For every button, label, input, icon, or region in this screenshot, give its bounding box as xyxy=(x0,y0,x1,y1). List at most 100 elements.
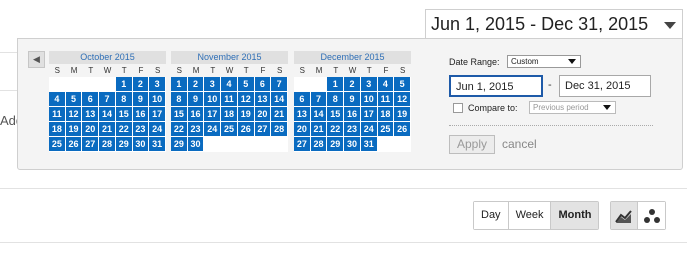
month-button[interactable]: Month xyxy=(551,202,599,229)
line-chart-button[interactable] xyxy=(611,202,638,229)
calendar-day[interactable]: 6 xyxy=(254,77,272,92)
calendar-day[interactable]: 16 xyxy=(344,107,361,122)
calendar-day[interactable]: 20 xyxy=(82,122,100,137)
calendar-day[interactable]: 28 xyxy=(99,137,116,152)
calendar-day[interactable]: 14 xyxy=(310,107,328,122)
calendar-day[interactable]: 21 xyxy=(310,122,328,137)
calendar-day[interactable]: 4 xyxy=(49,92,66,107)
cancel-link[interactable]: cancel xyxy=(502,137,537,151)
calendar-day[interactable]: 11 xyxy=(377,92,395,107)
calendar-day[interactable]: 21 xyxy=(99,122,116,137)
calendar-day[interactable]: 30 xyxy=(187,137,205,152)
calendar-day[interactable]: 13 xyxy=(82,107,100,122)
calendar-day[interactable]: 31 xyxy=(360,137,378,152)
calendar-day[interactable]: 22 xyxy=(115,122,133,137)
calendar-day[interactable]: 20 xyxy=(294,122,311,137)
calendar-day[interactable]: 5 xyxy=(394,77,411,92)
compare-checkbox[interactable] xyxy=(453,103,463,113)
calendar-day[interactable]: 9 xyxy=(344,92,361,107)
calendar-day[interactable]: 15 xyxy=(171,107,188,122)
calendar-day[interactable]: 3 xyxy=(149,77,166,92)
day-button[interactable]: Day xyxy=(474,202,509,229)
calendar-day[interactable]: 2 xyxy=(187,77,205,92)
calendar-day[interactable]: 3 xyxy=(204,77,222,92)
calendar-day[interactable]: 19 xyxy=(65,122,83,137)
calendar-day[interactable]: 8 xyxy=(327,92,345,107)
calendar-day[interactable]: 19 xyxy=(394,107,411,122)
calendar-day[interactable]: 10 xyxy=(360,92,378,107)
calendar-day[interactable]: 15 xyxy=(327,107,345,122)
calendar-day[interactable]: 6 xyxy=(294,92,311,107)
calendar-day[interactable]: 29 xyxy=(171,137,188,152)
calendar-day[interactable]: 4 xyxy=(221,77,238,92)
date-range-dropdown[interactable]: Jun 1, 2015 - Dec 31, 2015 xyxy=(425,9,683,39)
calendar-day[interactable]: 24 xyxy=(149,122,166,137)
calendar-day[interactable]: 6 xyxy=(82,92,100,107)
calendar-day[interactable]: 1 xyxy=(171,77,188,92)
calendar-day[interactable]: 24 xyxy=(360,122,378,137)
start-date-input[interactable]: Jun 1, 2015 xyxy=(449,75,543,97)
calendar-day[interactable]: 3 xyxy=(360,77,378,92)
calendar-day[interactable]: 19 xyxy=(237,107,255,122)
calendar-day[interactable]: 30 xyxy=(344,137,361,152)
calendar-day[interactable]: 27 xyxy=(294,137,311,152)
calendar-day[interactable]: 16 xyxy=(132,107,150,122)
calendar-day[interactable]: 10 xyxy=(149,92,166,107)
week-button[interactable]: Week xyxy=(508,202,552,229)
calendar-day[interactable]: 30 xyxy=(132,137,150,152)
calendar-day[interactable]: 26 xyxy=(394,122,411,137)
calendar-day[interactable]: 23 xyxy=(187,122,205,137)
calendar-day[interactable]: 7 xyxy=(271,77,288,92)
calendar-day[interactable]: 20 xyxy=(254,107,272,122)
calendar-day[interactable]: 2 xyxy=(132,77,150,92)
calendar-day[interactable]: 16 xyxy=(187,107,205,122)
calendar-day[interactable]: 8 xyxy=(171,92,188,107)
calendar-day[interactable]: 22 xyxy=(171,122,188,137)
calendar-day[interactable]: 18 xyxy=(377,107,395,122)
calendar-day[interactable]: 23 xyxy=(344,122,361,137)
calendar-day[interactable]: 9 xyxy=(132,92,150,107)
calendar-day[interactable]: 26 xyxy=(237,122,255,137)
calendar-day[interactable]: 27 xyxy=(254,122,272,137)
calendar-day[interactable]: 21 xyxy=(271,107,288,122)
calendar-day[interactable]: 8 xyxy=(115,92,133,107)
prev-month-button[interactable]: ◀ xyxy=(28,51,45,68)
calendar-day[interactable]: 14 xyxy=(271,92,288,107)
calendar-day[interactable]: 26 xyxy=(65,137,83,152)
calendar-day[interactable]: 17 xyxy=(360,107,378,122)
calendar-day[interactable]: 5 xyxy=(237,77,255,92)
calendar-day[interactable]: 18 xyxy=(49,122,66,137)
calendar-day[interactable]: 29 xyxy=(115,137,133,152)
calendar-day[interactable]: 25 xyxy=(49,137,66,152)
calendar-day[interactable]: 2 xyxy=(344,77,361,92)
calendar-day[interactable]: 1 xyxy=(115,77,133,92)
calendar-day[interactable]: 12 xyxy=(394,92,411,107)
calendar-day[interactable]: 7 xyxy=(99,92,116,107)
calendar-day[interactable]: 15 xyxy=(115,107,133,122)
motion-chart-button[interactable] xyxy=(638,202,665,229)
calendar-day[interactable]: 10 xyxy=(204,92,222,107)
calendar-day[interactable]: 13 xyxy=(294,107,311,122)
calendar-day[interactable]: 17 xyxy=(149,107,166,122)
calendar-day[interactable]: 25 xyxy=(377,122,395,137)
calendar-day[interactable]: 22 xyxy=(327,122,345,137)
calendar-day[interactable]: 25 xyxy=(221,122,238,137)
date-range-select[interactable]: Custom xyxy=(507,55,581,68)
calendar-day[interactable]: 12 xyxy=(237,92,255,107)
calendar-day[interactable]: 24 xyxy=(204,122,222,137)
apply-button[interactable]: Apply xyxy=(449,135,495,154)
calendar-day[interactable]: 23 xyxy=(132,122,150,137)
calendar-day[interactable]: 27 xyxy=(82,137,100,152)
calendar-day[interactable]: 4 xyxy=(377,77,395,92)
calendar-day[interactable]: 9 xyxy=(187,92,205,107)
calendar-day[interactable]: 1 xyxy=(327,77,345,92)
calendar-day[interactable]: 29 xyxy=(327,137,345,152)
calendar-day[interactable]: 14 xyxy=(99,107,116,122)
end-date-input[interactable]: Dec 31, 2015 xyxy=(559,75,651,97)
calendar-day[interactable]: 11 xyxy=(221,92,238,107)
calendar-day[interactable]: 28 xyxy=(271,122,288,137)
calendar-day[interactable]: 18 xyxy=(221,107,238,122)
calendar-day[interactable]: 11 xyxy=(49,107,66,122)
calendar-day[interactable]: 13 xyxy=(254,92,272,107)
calendar-day[interactable]: 28 xyxy=(310,137,328,152)
